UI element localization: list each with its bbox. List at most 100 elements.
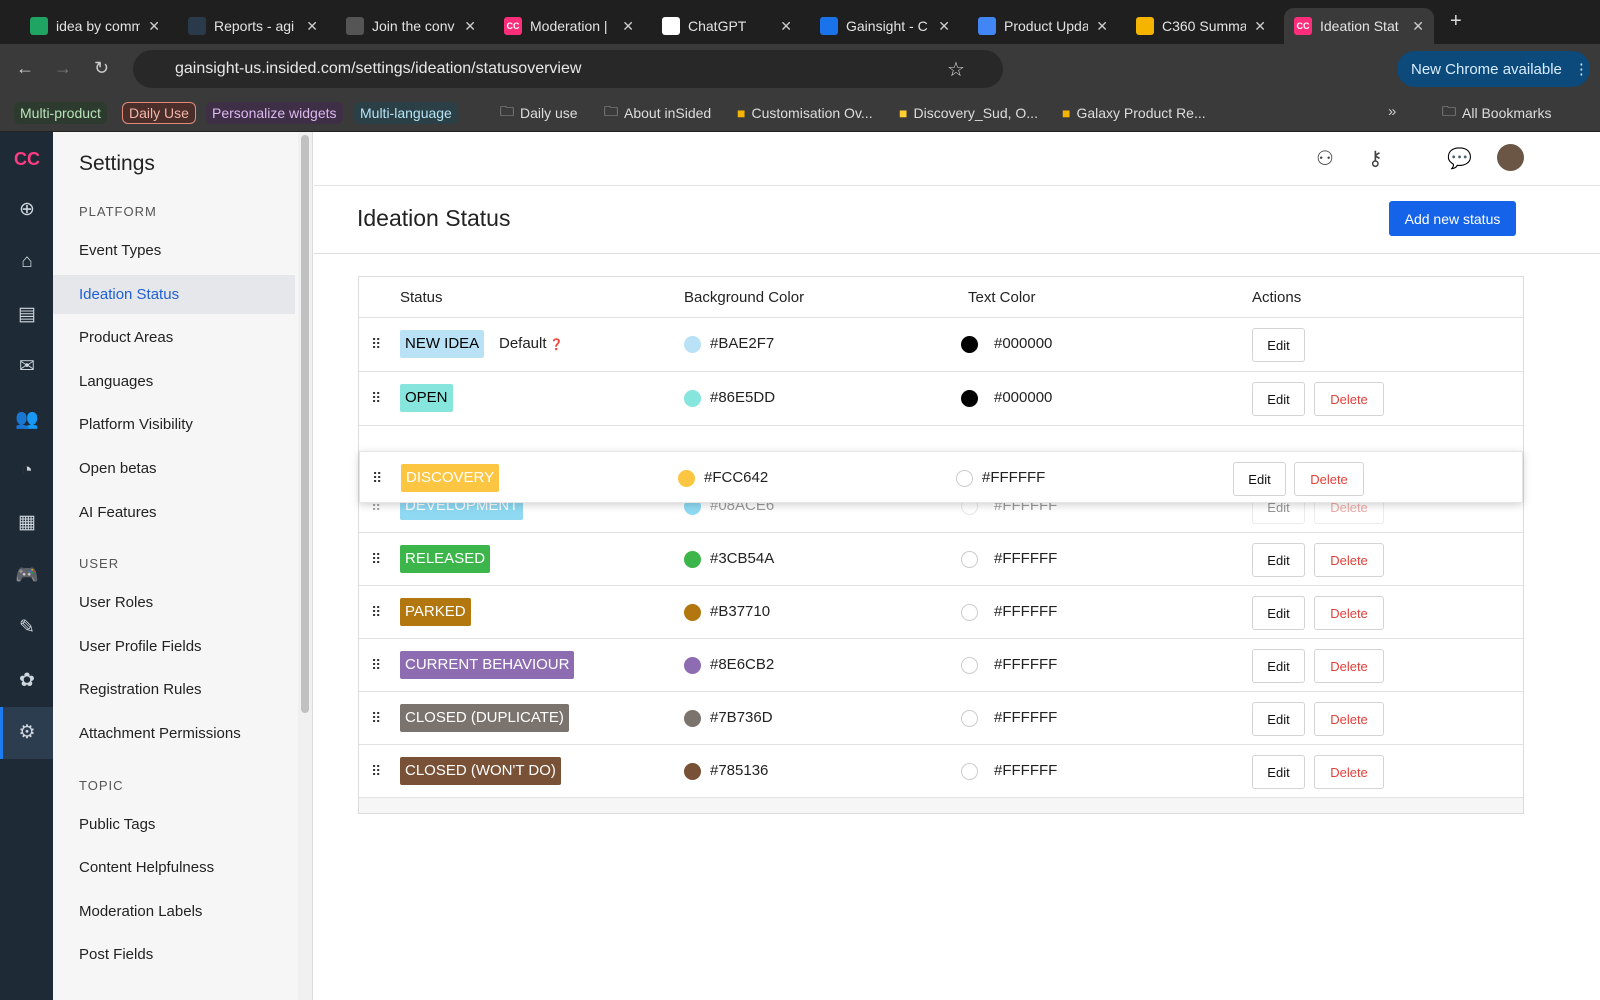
delete-button[interactable]: Delete <box>1314 649 1384 683</box>
community-icon[interactable]: ⚇ <box>1316 146 1334 171</box>
browser-tab[interactable]: ChatGPT ✕ <box>652 8 802 44</box>
mail-icon[interactable]: ✉ <box>14 354 40 380</box>
settings-icon[interactable]: ⚙ <box>14 720 40 746</box>
bookmark-item[interactable]: Daily Use <box>122 102 196 124</box>
new-tab-icon[interactable]: + <box>1450 10 1462 33</box>
sidebar-item-platform-visibility[interactable]: Platform Visibility <box>53 405 295 444</box>
browser-tab[interactable]: Product Upda ✕ <box>968 8 1118 44</box>
content-icon[interactable]: ▤ <box>14 302 40 328</box>
integrations-icon[interactable]: ✿ <box>14 668 40 694</box>
bookmark-item[interactable]: 🗀 Daily use <box>494 102 584 124</box>
bookmark-item[interactable]: Multi-product <box>14 102 107 124</box>
drag-handle-icon[interactable]: ⠿ <box>371 551 381 568</box>
drag-handle-icon[interactable]: ⠿ <box>371 390 381 407</box>
bookmark-item[interactable]: 🗀 About inSided <box>598 102 717 124</box>
text-color-swatch <box>961 657 978 674</box>
sidebar-item-languages[interactable]: Languages <box>53 362 295 401</box>
sidebar-item-registration-rules[interactable]: Registration Rules <box>53 670 295 709</box>
delete-button[interactable]: Delete <box>1314 702 1384 736</box>
browser-tab[interactable]: Join the conv ✕ <box>336 8 486 44</box>
all-bookmarks[interactable]: 🗀 All Bookmarks <box>1436 102 1557 124</box>
apps-icon[interactable]: ▦ <box>14 510 40 536</box>
drag-handle-icon[interactable]: ⠿ <box>371 604 381 621</box>
sidebar-item-ideation-status[interactable]: Ideation Status <box>53 274 295 314</box>
user-key-icon[interactable]: ⚷ <box>1368 146 1383 171</box>
bookmark-item[interactable]: Personalize widgets <box>206 102 343 124</box>
bookmark-item[interactable]: ■ Customisation Ov... <box>731 102 879 124</box>
chat-icon[interactable]: 💬 <box>1447 146 1472 171</box>
new-chrome-button[interactable]: New Chrome available ⋮ <box>1397 51 1590 87</box>
help-icon[interactable]: ❓ <box>547 339 564 351</box>
back-icon[interactable]: ← <box>16 58 34 79</box>
browser-tab[interactable]: C360 Summa ✕ <box>1126 8 1276 44</box>
address-bar[interactable]: gainsight-us.insided.com/settings/ideati… <box>133 50 1003 88</box>
drag-handle-icon[interactable]: ⠿ <box>371 763 381 780</box>
drag-handle-icon[interactable]: ⠿ <box>371 710 381 727</box>
drag-handle-icon[interactable]: ⠿ <box>371 657 381 674</box>
reload-icon[interactable]: ↻ <box>94 58 109 79</box>
close-icon[interactable]: ✕ <box>306 18 318 35</box>
avatar[interactable] <box>1497 144 1524 171</box>
bookmark-label: Personalize widgets <box>212 105 337 121</box>
sidebar-item-open-betas[interactable]: Open betas <box>53 449 295 488</box>
edit-button[interactable]: Edit <box>1252 543 1305 577</box>
sidebar-item-attachment-permissions[interactable]: Attachment Permissions <box>53 714 295 753</box>
dragging-row[interactable]: ⠿ DISCOVERY #FCC642 #FFFFFF Edit Delete <box>359 451 1523 503</box>
close-icon[interactable]: ✕ <box>1254 18 1266 35</box>
bookmark-item[interactable]: Multi-language <box>354 102 458 124</box>
browser-tab[interactable]: Gainsight - C ✕ <box>810 8 960 44</box>
close-icon[interactable]: ✕ <box>780 18 792 35</box>
edit-button[interactable]: Edit <box>1252 382 1305 416</box>
users-icon[interactable]: 👥 <box>14 407 40 433</box>
edit-button[interactable]: Edit <box>1252 755 1305 789</box>
edit-button[interactable]: Edit <box>1252 649 1305 683</box>
edit-button[interactable]: Edit <box>1252 596 1305 630</box>
create-icon[interactable]: ⊕ <box>14 197 40 223</box>
sidebar-item-user-roles[interactable]: User Roles <box>53 583 295 622</box>
delete-button[interactable]: Delete <box>1314 543 1384 577</box>
browser-tab[interactable]: idea by comm ✕ <box>20 8 170 44</box>
close-icon[interactable]: ✕ <box>148 18 160 35</box>
logo-icon[interactable]: CC <box>14 146 40 172</box>
bookmark-item[interactable]: ■ Galaxy Product Re... <box>1056 102 1212 124</box>
sidebar-item-user-profile-fields[interactable]: User Profile Fields <box>53 627 295 666</box>
drag-handle-icon[interactable]: ⠿ <box>372 470 382 487</box>
delete-button[interactable]: Delete <box>1294 462 1364 496</box>
home-icon[interactable]: ⌂ <box>14 249 40 275</box>
delete-button[interactable]: Delete <box>1314 755 1384 789</box>
sidebar-item-moderation-labels[interactable]: Moderation Labels <box>53 892 295 931</box>
edit-button[interactable]: Edit <box>1233 462 1286 496</box>
add-new-status-button[interactable]: Add new status <box>1389 201 1516 236</box>
table-row: ⠿ CLOSED (DUPLICATE) #7B736D #FFFFFF Edit Del… <box>359 691 1523 744</box>
delete-button[interactable]: Delete <box>1314 596 1384 630</box>
edit-button[interactable]: Edit <box>1252 702 1305 736</box>
browser-tab[interactable]: CC Moderation | ✕ <box>494 8 644 44</box>
close-icon[interactable]: ✕ <box>464 18 476 35</box>
more-bookmarks-icon[interactable]: » <box>1388 103 1396 120</box>
sidebar-item-event-types[interactable]: Event Types <box>53 231 295 270</box>
design-icon[interactable]: ✎ <box>14 615 40 641</box>
close-icon[interactable]: ✕ <box>622 18 634 35</box>
close-icon[interactable]: ✕ <box>938 18 950 35</box>
gamification-icon[interactable]: 🎮 <box>14 563 40 589</box>
edit-button[interactable]: Edit <box>1252 328 1305 362</box>
cc-icon: CC <box>504 17 522 35</box>
sidebar-item-product-areas[interactable]: Product Areas <box>53 318 295 357</box>
close-icon[interactable]: ✕ <box>1412 18 1424 35</box>
forward-icon[interactable]: → <box>54 58 72 79</box>
sidebar-item-post-fields[interactable]: Post Fields <box>53 935 295 974</box>
sidebar-item-ai-features[interactable]: AI Features <box>53 493 295 532</box>
close-icon[interactable]: ✕ <box>1096 18 1108 35</box>
bookmark-item[interactable]: ■ Discovery_Sud, O... <box>893 102 1044 124</box>
analytics-icon[interactable]: ◔ <box>14 458 40 484</box>
folder-icon: 🗀 <box>500 103 514 119</box>
delete-button[interactable]: Delete <box>1314 382 1384 416</box>
sidebar-item-public-tags[interactable]: Public Tags <box>53 805 295 844</box>
bookmark-star-icon[interactable]: ☆ <box>947 57 965 82</box>
sidebar-item-content-helpfulness[interactable]: Content Helpfulness <box>53 848 295 887</box>
drag-handle-icon[interactable]: ⠿ <box>371 336 381 353</box>
browser-tab[interactable]: Reports - agi ✕ <box>178 8 328 44</box>
text-color-swatch <box>961 604 978 621</box>
browser-tab[interactable]: CC Ideation Stat ✕ <box>1284 8 1434 44</box>
scrollbar-thumb[interactable] <box>301 135 309 713</box>
